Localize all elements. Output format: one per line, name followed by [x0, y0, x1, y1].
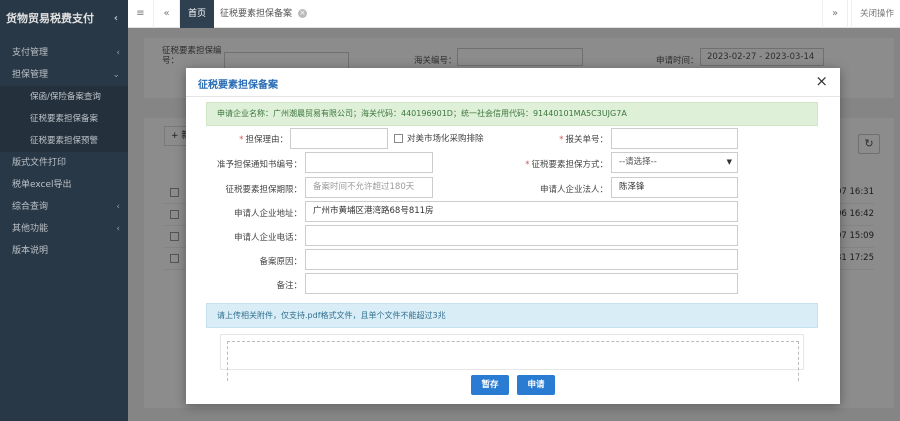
- close-tab-icon[interactable]: ×: [297, 9, 307, 18]
- notice-no-label: 准予担保通知书编号：: [216, 160, 302, 170]
- remark-label: 备注：: [276, 281, 302, 291]
- tab-label: 征税要素担保备案: [220, 9, 293, 19]
- declaration-label: * 报关单号：: [559, 135, 608, 145]
- tab-bar: ≡ « 首页 征税要素担保备案 × » 关闭操作: [128, 0, 900, 28]
- method-label: * 征税要素担保方式：: [525, 160, 608, 170]
- phone-label: 申请人企业电话：: [233, 233, 302, 243]
- legal-person-input[interactable]: 陈泽锋: [611, 177, 738, 198]
- company-info-banner: 申请企业名称：广州潮晨贸易有限公司；海关代码：440196901D；统一社会信用…: [206, 102, 818, 126]
- close-icon[interactable]: ×: [815, 72, 828, 90]
- required-mark: *: [559, 135, 564, 145]
- cause-label: 备案原因：: [259, 257, 302, 267]
- period-input[interactable]: 备案时间不允许超过180天: [305, 177, 433, 198]
- close-operations-button[interactable]: 关闭操作: [850, 0, 900, 28]
- save-draft-button[interactable]: 暂存: [471, 375, 509, 395]
- special-exclusion-checkbox[interactable]: 对美市场化采购排除: [394, 132, 484, 144]
- method-select[interactable]: --请选择-- ▼: [611, 152, 738, 173]
- upload-note: 请上传相关附件，仅支持.pdf格式文件，且单个文件不能超过3兆: [206, 303, 818, 328]
- period-label: 征税要素担保期限：: [225, 185, 302, 195]
- menu-toggle-icon[interactable]: ≡: [128, 0, 154, 28]
- phone-input[interactable]: [305, 225, 738, 246]
- remark-input[interactable]: [305, 273, 738, 294]
- guarantee-filing-dialog: 征税要素担保备案 × 申请企业名称：广州潮晨贸易有限公司；海关代码：440196…: [186, 68, 840, 404]
- dialog-header: 征税要素担保备案 ×: [186, 68, 840, 97]
- upload-dashed-area[interactable]: [227, 341, 799, 381]
- required-mark: *: [525, 160, 530, 170]
- notice-no-input[interactable]: [305, 152, 433, 173]
- legal-person-label: 申请人企业法人：: [539, 185, 608, 195]
- sidebar-dim: [0, 0, 128, 421]
- tab-tax-guarantee-filing[interactable]: 征税要素担保备案 ×: [212, 0, 315, 28]
- tab-scroll-left-icon[interactable]: «: [154, 0, 180, 28]
- reason-label: * 担保理由：: [239, 135, 288, 145]
- address-label: 申请人企业地址：: [233, 209, 302, 219]
- cause-input[interactable]: [305, 249, 738, 270]
- caret-down-icon: ▼: [726, 158, 732, 166]
- required-mark: *: [239, 135, 244, 145]
- submit-button[interactable]: 申请: [517, 375, 555, 395]
- address-input[interactable]: 广州市黄埔区港湾路68号811房: [305, 201, 738, 222]
- dialog-title: 征税要素担保备案: [198, 80, 278, 91]
- declaration-no-input[interactable]: [611, 128, 738, 149]
- method-select-value: --请选择--: [619, 157, 657, 167]
- checkbox-box[interactable]: [394, 134, 403, 143]
- tab-scroll-right-icon[interactable]: »: [822, 0, 848, 28]
- upload-dropzone[interactable]: [220, 334, 804, 381]
- tab-home[interactable]: 首页: [180, 0, 215, 28]
- reason-input[interactable]: [290, 128, 388, 149]
